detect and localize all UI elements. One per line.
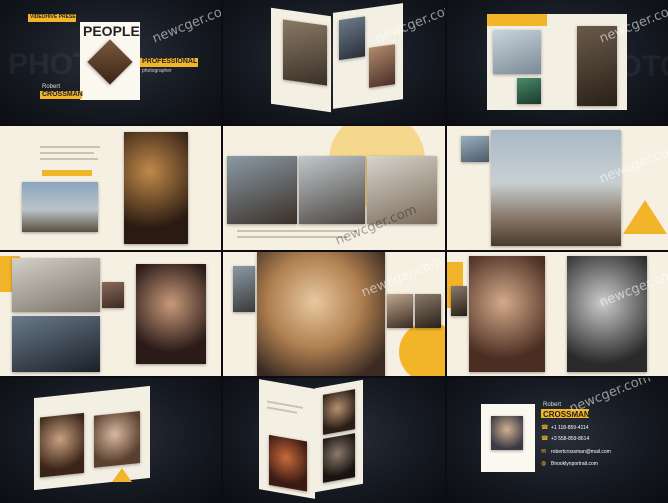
contact-website[interactable]: Bnooklynportrait.com	[551, 461, 598, 467]
page1-photo-2	[124, 132, 188, 244]
deco-circle	[399, 322, 445, 376]
text-line	[237, 236, 347, 238]
presenter-label: VIDEOHIVE PRESENT	[30, 14, 83, 20]
page5-photo-main	[257, 252, 385, 376]
text-line	[40, 152, 94, 154]
frame-book-spread: PHOTO newcger.com	[447, 0, 668, 124]
mail-icon: ✉	[541, 449, 547, 455]
cover-magazine: PEOPLE	[80, 22, 140, 100]
page3-photo-small	[461, 136, 489, 162]
fold-photo-2	[323, 389, 355, 435]
contact-first-name: Robert	[543, 402, 562, 408]
page6-photo-2	[567, 256, 647, 372]
contact-phone2: +3 558-859-8614	[551, 436, 590, 442]
frame-page-3: newcger.com	[447, 126, 668, 250]
frame-page-6: newcger.com	[447, 252, 668, 376]
phone-icon: ☎	[541, 436, 549, 442]
globe-icon: ◍	[541, 461, 547, 467]
frame-page-1	[0, 126, 221, 250]
page6-photo-small	[451, 286, 467, 316]
phone-icon: ☎	[541, 425, 549, 431]
contact-email[interactable]: robertcrossman@mail.com	[551, 449, 611, 455]
watermark: newcger.com	[567, 378, 653, 417]
page2-photo-2	[299, 156, 365, 224]
page4-photo-2	[12, 316, 100, 372]
fold-photo-3	[323, 433, 355, 483]
last-name: CROSSMAN	[42, 91, 83, 98]
book-page-left	[271, 7, 331, 113]
first-name: Robert	[42, 84, 61, 90]
page5-photo-3	[415, 294, 441, 328]
book-photo-3	[369, 44, 395, 88]
text-line	[267, 406, 297, 414]
page1-photo-1	[22, 182, 98, 232]
fold-page-right	[315, 379, 363, 493]
frame-book-close	[0, 378, 221, 503]
frame-page-5: newcger.com	[223, 252, 445, 376]
watermark: newcger.com	[150, 0, 221, 47]
page2-photo-1	[227, 156, 297, 224]
page5-photo-small	[233, 266, 255, 312]
page6-photo-1	[469, 256, 545, 372]
frame-page-2: newcger.com	[223, 126, 445, 250]
page4-photo-1	[12, 258, 100, 312]
role-sub: photographer	[142, 68, 172, 74]
spread-photo-3	[517, 78, 541, 104]
page3-photo-main	[491, 130, 621, 246]
book-photo-1	[283, 19, 327, 86]
page4-photo-3	[102, 282, 124, 308]
book-page-right	[333, 3, 403, 109]
spread-accent	[487, 14, 547, 26]
text-line	[40, 146, 100, 148]
page-accent	[42, 170, 92, 176]
deco-triangle	[623, 200, 667, 234]
role-label: PROFESSIONAL	[142, 58, 198, 65]
frame-cover: PHOTO VIDEOHIVE PRESENT PEOPLE PROFESSIO…	[0, 0, 221, 124]
close-page	[34, 385, 150, 491]
storyboard-grid: PHOTO VIDEOHIVE PRESENT PEOPLE PROFESSIO…	[0, 0, 668, 503]
text-line	[40, 158, 98, 160]
frame-contact: Robert CROSSMAN ☎ +1 118-859-4114 ☎ +3 5…	[447, 378, 668, 503]
frame-book-fold	[223, 378, 445, 503]
page-accent	[112, 468, 132, 482]
contact-phone1: +1 118-859-4114	[551, 425, 589, 431]
fold-photo-1	[269, 434, 307, 492]
cover-portrait	[87, 39, 133, 85]
frame-page-4	[0, 252, 221, 376]
spread-photo-1	[493, 30, 541, 74]
frame-book-open: newcger.com	[223, 0, 445, 124]
page5-photo-2	[387, 294, 413, 328]
contact-card	[481, 404, 535, 472]
close-photo-2	[94, 410, 140, 468]
contact-portrait	[491, 416, 523, 450]
fold-page-left	[259, 379, 315, 499]
book-photo-2	[339, 16, 365, 61]
page4-photo-4	[136, 264, 206, 364]
close-photo-1	[40, 412, 84, 478]
cover-title: PEOPLE	[83, 23, 140, 39]
